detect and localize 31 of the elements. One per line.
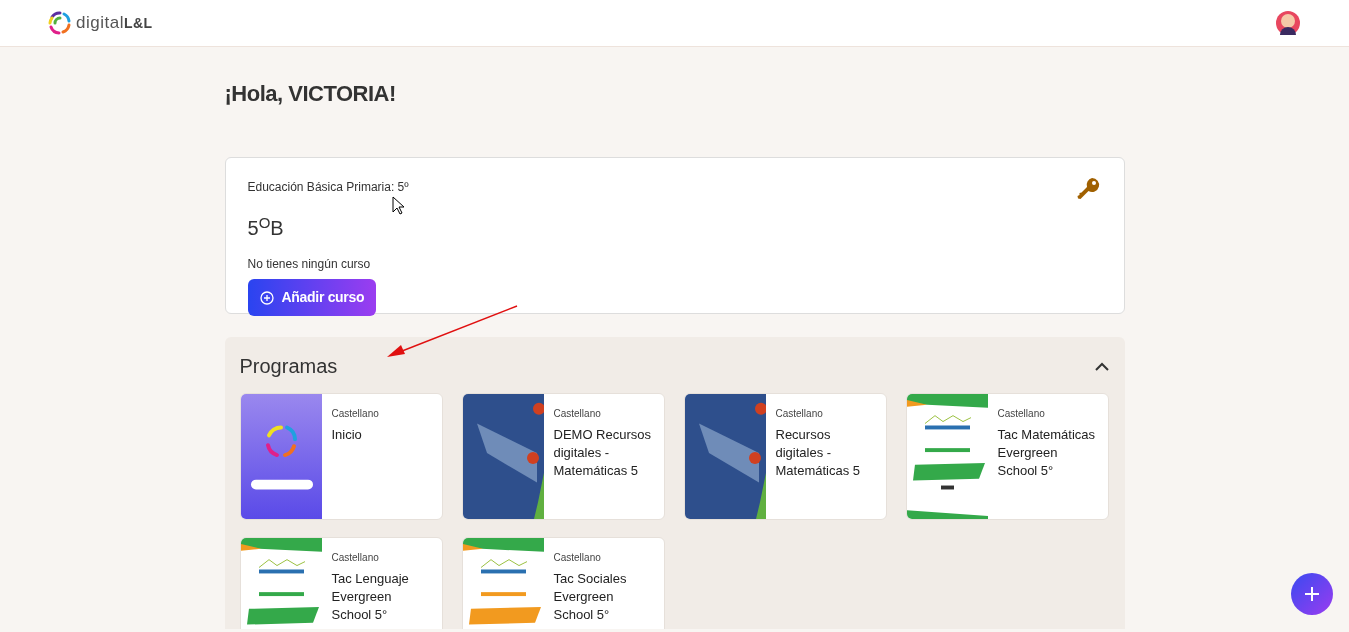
- program-title: Tac Sociales Evergreen School 5°: [553, 570, 628, 625]
- programs-title: Programas: [239, 354, 338, 380]
- logo-text: digitalL&L: [76, 12, 153, 35]
- plus-circle-icon: [259, 290, 274, 305]
- subject-label: Castellano: [775, 407, 824, 422]
- mouse-cursor-icon: [391, 196, 405, 216]
- empty-message: No tienes ningún curso: [247, 256, 372, 274]
- plus-icon: [1304, 586, 1320, 602]
- avatar-icon[interactable]: [1275, 9, 1301, 37]
- program-card[interactable]: Castellano Tac Lenguaje Evergreen School 5°: [239, 537, 443, 630]
- subject-label: Castellano: [553, 407, 602, 422]
- program-title: DEMO Recursos digitales - Matemáticas 5: [553, 426, 653, 481]
- program-card[interactable]: Castellano Tac Matemáticas Evergreen School 5°: [905, 393, 1109, 521]
- program-title: Inicio: [331, 426, 363, 445]
- education-level: Educación Básica Primaria: 5º: [247, 179, 409, 197]
- program-card[interactable]: Castellano Inicio: [239, 393, 443, 521]
- program-card[interactable]: Castellano Recursos digitales - Matemáticas 5: [683, 393, 887, 521]
- subject-label: Castellano: [997, 407, 1046, 422]
- add-floating-button[interactable]: [1291, 573, 1333, 615]
- subject-label: Castellano: [331, 551, 380, 566]
- program-title: Tac Matemáticas Evergreen School 5°: [997, 426, 1097, 481]
- add-course-button[interactable]: Añadir curso: [247, 279, 377, 317]
- program-title: Recursos digitales - Matemáticas 5: [775, 426, 862, 481]
- subject-label: Castellano: [553, 551, 602, 566]
- program-title: Tac Lenguaje Evergreen School 5°: [331, 570, 410, 625]
- program-card[interactable]: Castellano Tac Sociales Evergreen School 5°: [461, 537, 665, 630]
- group-name: 5$^{O}$B: [247, 213, 285, 242]
- logo-icon: [48, 11, 72, 35]
- subject-label: Castellano: [331, 407, 379, 422]
- program-card[interactable]: Castellano DEMO Recursos digitales - Matemáticas 5: [461, 393, 665, 521]
- greeting-heading: ¡Hola, VICTORIA!: [224, 81, 397, 108]
